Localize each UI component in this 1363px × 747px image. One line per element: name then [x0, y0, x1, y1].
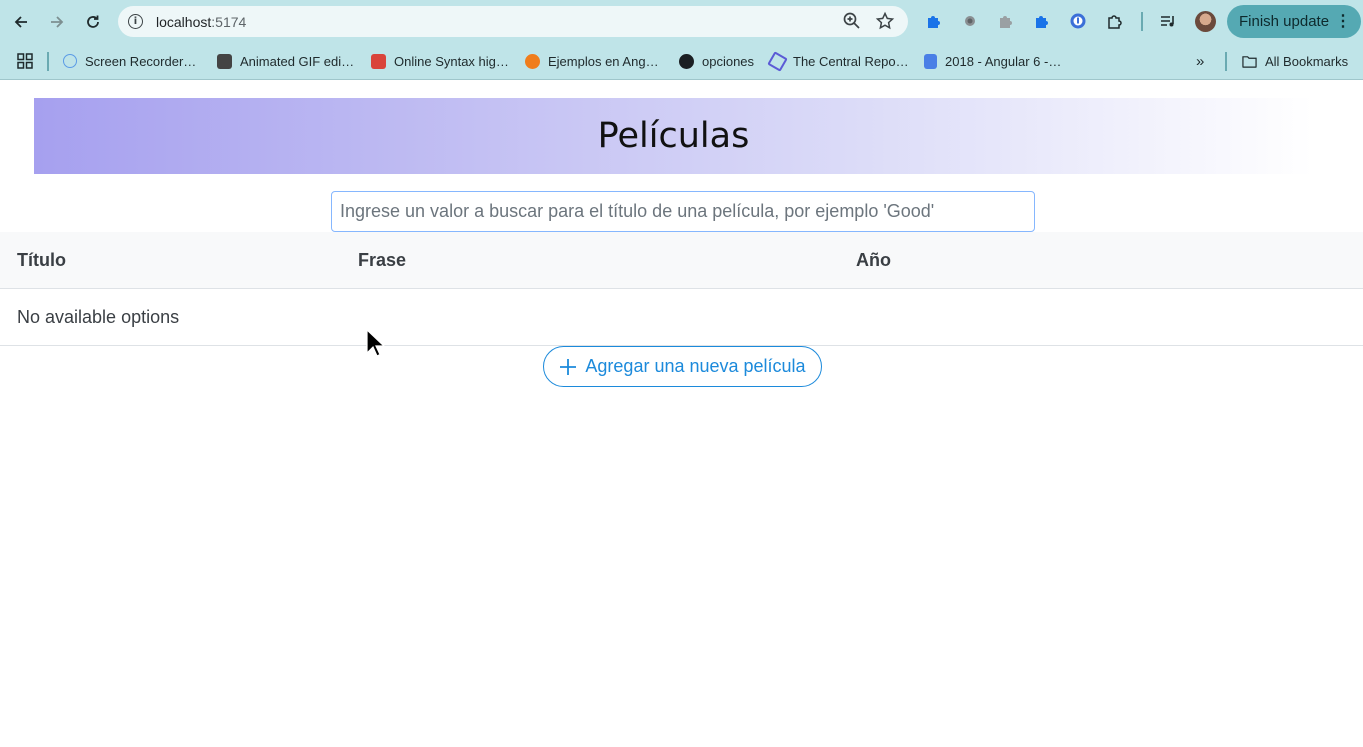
column-header-titulo[interactable]: Título	[17, 250, 66, 271]
ejemplos-icon	[525, 53, 540, 69]
search-input[interactable]	[331, 191, 1035, 232]
zoom-icon[interactable]	[842, 11, 862, 31]
bookmarks-bar: Screen Recorder… Animated GIF edi… Onlin…	[0, 44, 1363, 80]
all-bookmarks-label: All Bookmarks	[1265, 53, 1349, 69]
puzzle-extension-icon[interactable]	[925, 12, 943, 30]
bookmark-label: Animated GIF edi…	[240, 53, 355, 69]
page-title: Películas	[597, 116, 750, 156]
bookmark-item[interactable]: Animated GIF edi…	[217, 52, 354, 70]
central-repo-icon	[767, 50, 788, 72]
password-manager-icon[interactable]	[1069, 12, 1087, 30]
bookmark-item[interactable]: The Central Repo…	[767, 50, 909, 72]
plus-icon	[560, 358, 577, 375]
github-icon	[679, 53, 694, 69]
table-empty-row: No available options	[0, 289, 1363, 346]
bookmark-label: opciones	[702, 53, 755, 69]
finish-update-label: Finish update	[1239, 13, 1330, 30]
profile-avatar[interactable]	[1195, 11, 1216, 32]
google-docs-icon	[924, 53, 937, 69]
bookmark-label: Online Syntax hig…	[394, 53, 509, 69]
bookmark-item[interactable]: Screen Recorder…	[63, 52, 196, 70]
bookmark-item[interactable]: opciones	[679, 52, 754, 70]
reload-button[interactable]	[79, 8, 107, 36]
toolbar-divider	[1141, 12, 1143, 31]
syntax-highlighter-icon	[371, 53, 386, 69]
add-movie-button[interactable]: Agregar una nueva película	[543, 346, 822, 387]
bookmark-item[interactable]: Online Syntax hig…	[371, 52, 509, 70]
bookmark-item[interactable]: 2018 - Angular 6 -…	[924, 52, 1061, 70]
puzzle-gray-extension-icon[interactable]	[997, 12, 1015, 30]
bookmark-star-icon[interactable]	[875, 11, 895, 31]
bookmark-label: The Central Repo…	[793, 53, 909, 69]
all-bookmarks-folder[interactable]: All Bookmarks	[1242, 52, 1348, 70]
bookmarks-divider	[47, 52, 49, 71]
bookmark-label: Screen Recorder…	[85, 53, 197, 69]
bookmark-label: Ejemplos en Ang…	[548, 53, 659, 69]
more-bookmarks-chevron-icon[interactable]: »	[1196, 52, 1204, 70]
column-header-anio[interactable]: Año	[856, 250, 891, 271]
extensions-menu-icon[interactable]	[1106, 12, 1124, 30]
gif-editor-icon	[217, 53, 232, 69]
site-info-icon[interactable]: i	[128, 14, 143, 29]
arrow-left-icon	[14, 16, 27, 28]
back-button[interactable]	[7, 8, 35, 36]
address-bar[interactable]: i localhost:5174	[118, 6, 908, 37]
reload-icon	[87, 15, 99, 28]
bookmarks-divider	[1225, 52, 1227, 71]
empty-message: No available options	[17, 307, 180, 327]
puzzle-blue-extension-icon[interactable]	[1033, 12, 1051, 30]
browser-toolbar: i localhost:5174 Finish update ⋮	[0, 0, 1363, 44]
bookmark-label: 2018 - Angular 6 -…	[945, 53, 1062, 69]
screen-recorder-icon	[63, 54, 77, 68]
more-vert-icon[interactable]: ⋮	[1335, 5, 1351, 38]
bookmark-item[interactable]: Ejemplos en Ang…	[525, 52, 659, 70]
mouse-cursor-icon	[366, 329, 386, 357]
shield-extension-icon[interactable]	[961, 12, 979, 30]
add-movie-label: Agregar una nueva película	[585, 356, 806, 376]
page-header-banner: Películas	[34, 98, 1313, 174]
folder-icon	[1242, 55, 1257, 68]
forward-button[interactable]	[43, 8, 71, 36]
table-header: Título Frase Año	[0, 232, 1363, 289]
finish-update-button[interactable]: Finish update ⋮	[1227, 5, 1361, 38]
arrow-right-icon	[51, 16, 64, 28]
url-text[interactable]: localhost:5174	[156, 14, 246, 30]
column-header-frase[interactable]: Frase	[358, 250, 406, 271]
apps-grid-icon[interactable]	[17, 53, 33, 69]
media-controls-icon[interactable]	[1159, 12, 1177, 30]
